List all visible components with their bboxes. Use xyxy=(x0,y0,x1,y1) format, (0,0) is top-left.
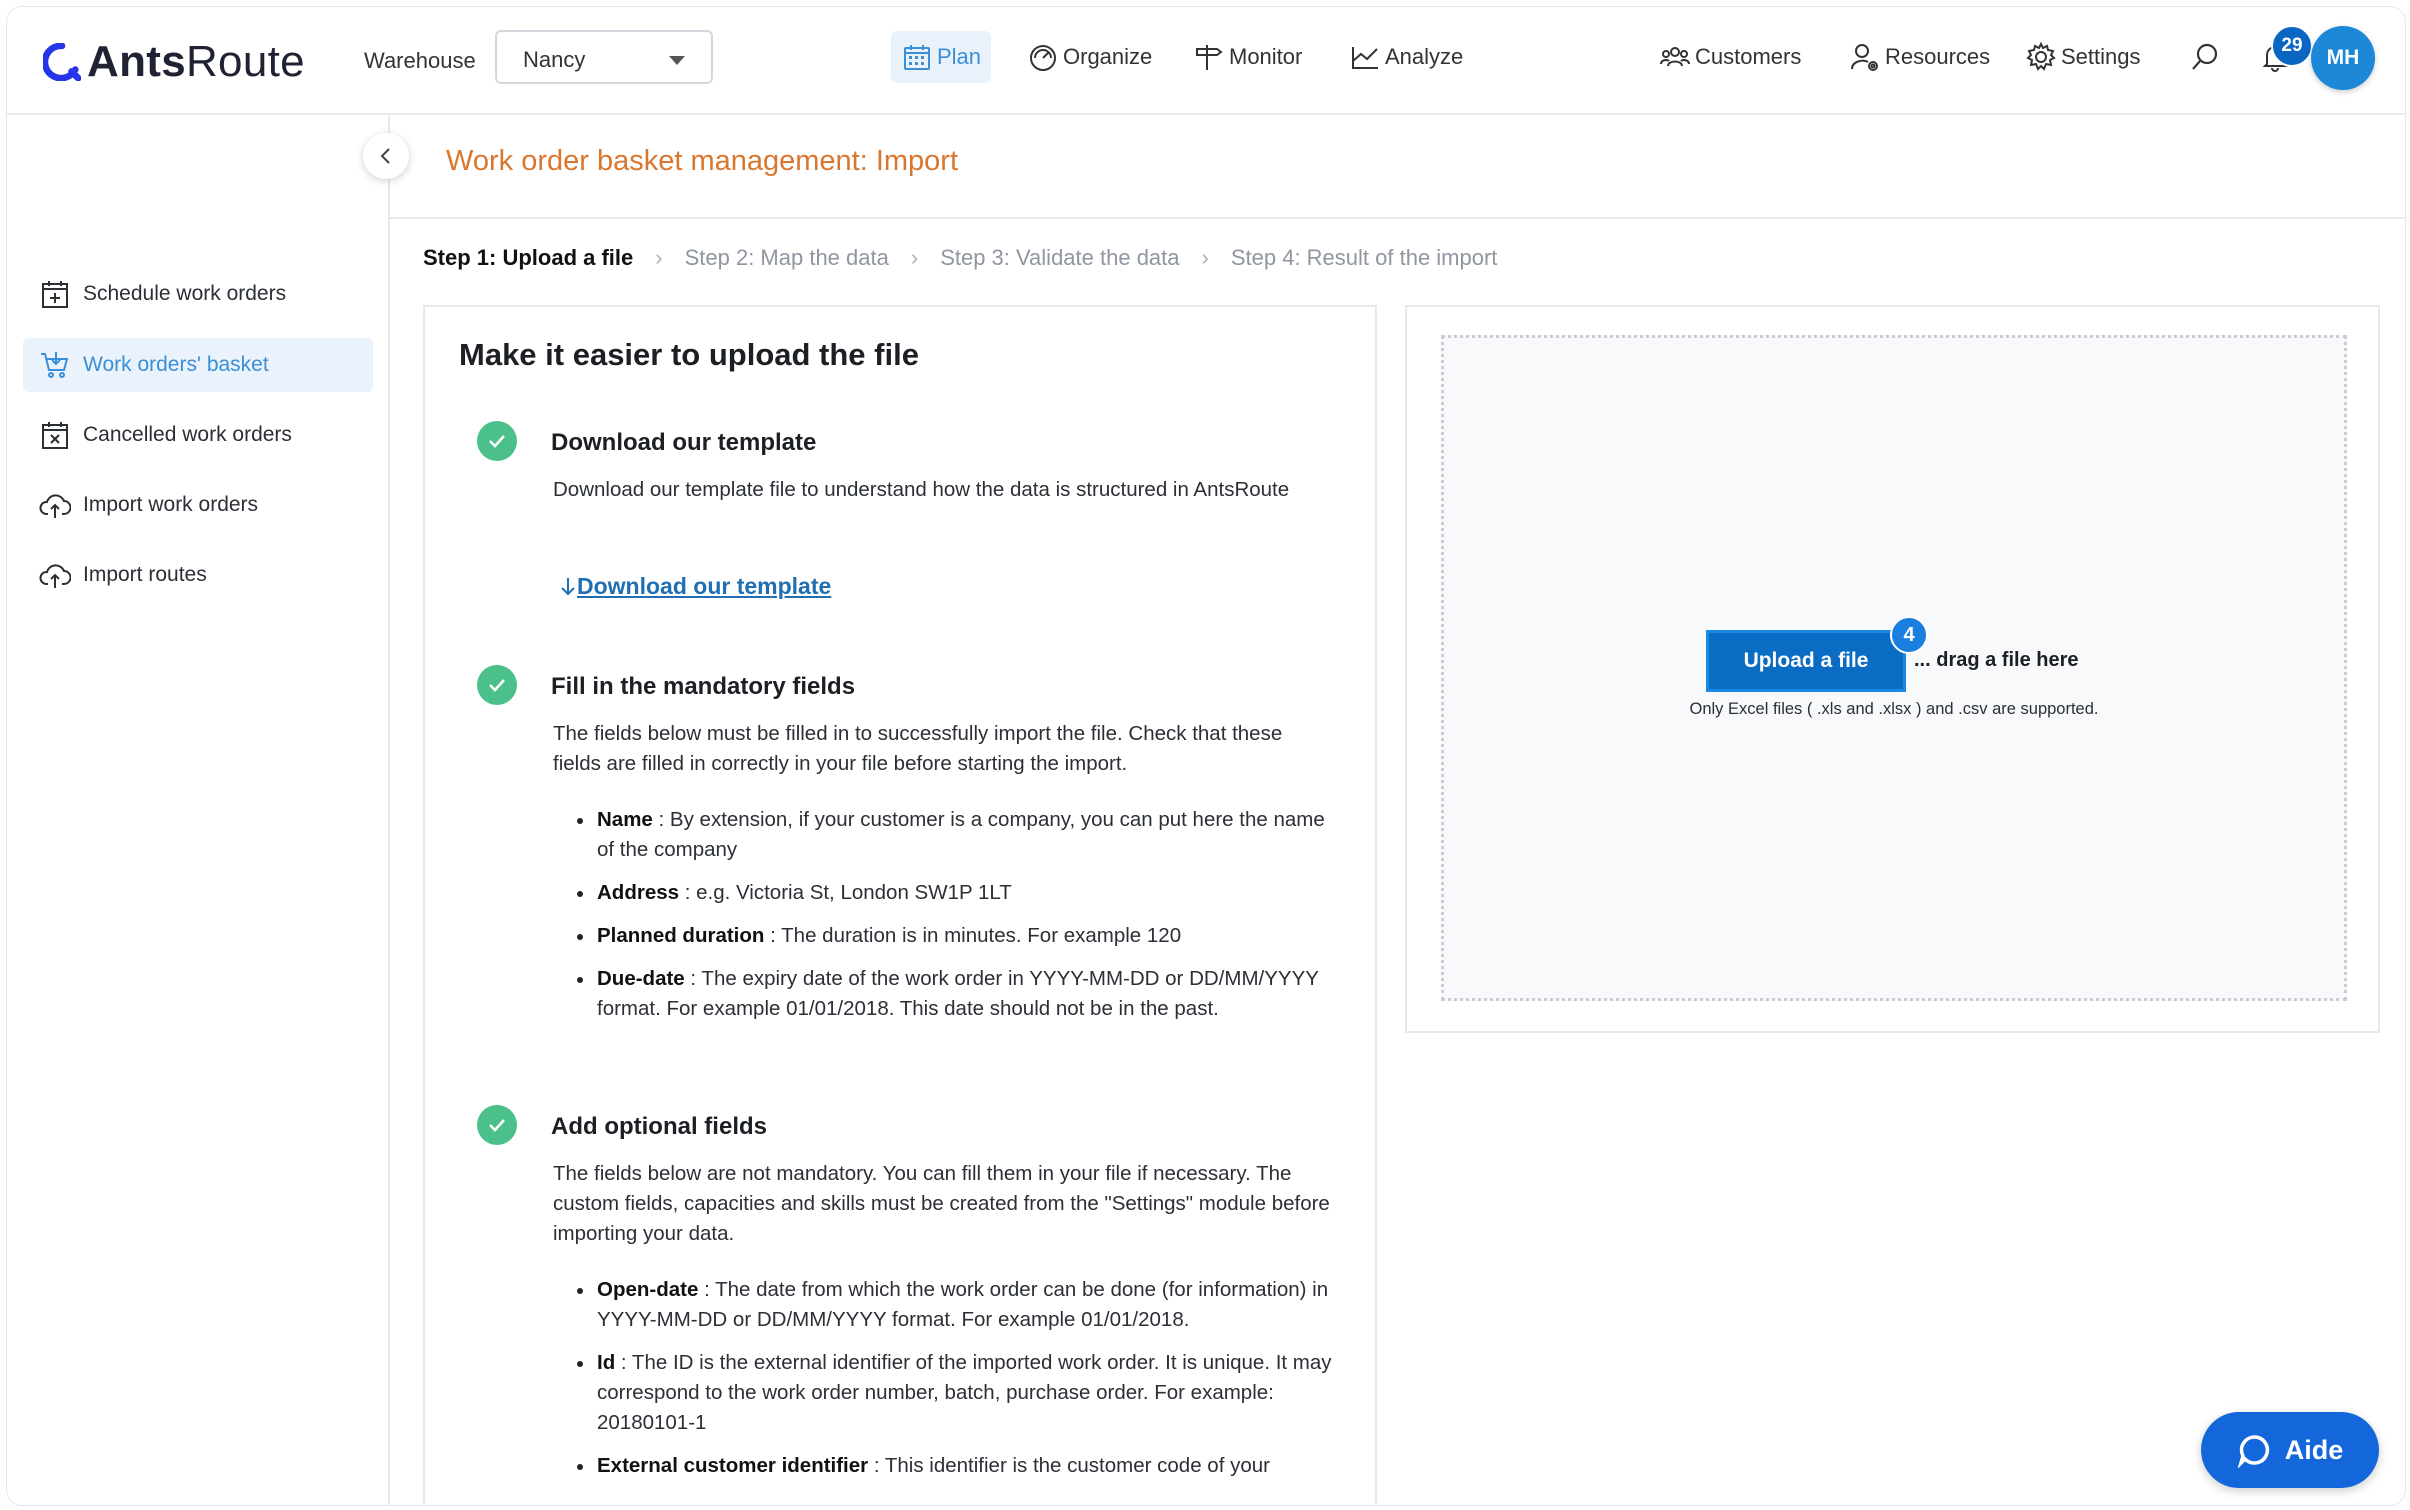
download-template-heading: Download our template xyxy=(551,429,817,456)
chat-bubble-icon xyxy=(2237,1435,2269,1468)
nav-customers[interactable]: Customers xyxy=(1649,31,1811,83)
help-chat-button[interactable]: Aide xyxy=(2201,1412,2379,1488)
optional-fields-list: Open-date : The date from which the work… xyxy=(553,1275,1333,1494)
optional-fields-text: The fields below are not mandatory. You … xyxy=(553,1162,1330,1245)
sidebar-item-label: Schedule work orders xyxy=(83,282,287,305)
check-icon xyxy=(477,1105,517,1145)
warehouse-value: Nancy xyxy=(523,47,586,72)
sidebar-item-label: Work orders' basket xyxy=(83,353,269,376)
list-item: Open-date : The date from which the work… xyxy=(553,1275,1333,1335)
page-title: Work order basket management: Import xyxy=(446,145,959,177)
calendar-icon xyxy=(904,45,930,70)
list-item: Address : e.g. Victoria St, London SW1P … xyxy=(553,878,1333,908)
list-item: External customer identifier : This iden… xyxy=(553,1451,1333,1481)
step-upload-file[interactable]: Step 1: Upload a file xyxy=(423,245,633,271)
chevron-left-icon xyxy=(380,148,390,164)
download-template-link-label: Download our template xyxy=(577,573,832,599)
sidebar-item-cancelled-work-orders[interactable]: Cancelled work orders xyxy=(23,408,373,462)
nav-organize[interactable]: Organize xyxy=(1017,31,1162,83)
step-result-import: Step 4: Result of the import xyxy=(1230,245,1498,270)
check-icon xyxy=(477,421,517,461)
logo-icon xyxy=(43,43,81,81)
cloud-upload-icon xyxy=(39,494,71,518)
search-button[interactable] xyxy=(2179,31,2235,83)
sidebar-item-import-routes[interactable]: Import routes xyxy=(23,548,373,602)
upload-card: Upload a file 4 ... drag a file here Onl… xyxy=(1405,305,2380,1033)
gauge-icon xyxy=(1030,45,1056,71)
upload-file-button[interactable]: Upload a file xyxy=(1706,630,1906,692)
download-template-text: Download our template file to understand… xyxy=(553,478,1290,501)
import-stepper: Step 1: Upload a file › Step 2: Map the … xyxy=(423,245,1497,271)
sidebar-item-label: Import routes xyxy=(83,563,207,586)
calendar-plus-icon xyxy=(42,281,68,308)
nav-customers-label: Customers xyxy=(1695,44,1802,69)
nav-resources[interactable]: Resources xyxy=(1839,31,2000,83)
nav-settings[interactable]: Settings xyxy=(2015,31,2151,83)
chevron-right-icon: › xyxy=(1201,245,1209,270)
chevron-down-icon xyxy=(669,56,685,65)
list-item: Id : The ID is the external identifier o… xyxy=(553,1348,1333,1438)
users-icon xyxy=(1660,47,1690,67)
antsroute-logo[interactable]: AntsRoute xyxy=(43,37,305,87)
nav-analyze[interactable]: Analyze xyxy=(1339,31,1473,83)
nav-plan[interactable]: Plan xyxy=(891,31,992,83)
sidebar-item-import-work-orders[interactable]: Import work orders xyxy=(23,478,373,532)
check-icon xyxy=(477,665,517,705)
sidebar-item-schedule-work-orders[interactable]: Schedule work orders xyxy=(23,267,373,321)
nav-analyze-label: Analyze xyxy=(1385,44,1464,69)
chevron-right-icon: › xyxy=(655,245,663,270)
download-template-link[interactable]: Download our template xyxy=(559,573,831,600)
mandatory-fields-heading: Fill in the mandatory fields xyxy=(551,673,856,700)
list-item: Due-date : The expiry date of the work o… xyxy=(553,964,1333,1024)
basket-icon xyxy=(41,352,69,378)
file-dropzone[interactable]: Upload a file 4 ... drag a file here Onl… xyxy=(1441,335,2347,1001)
upload-guide-card: Make it easier to upload the file Downlo… xyxy=(423,305,1377,1505)
top-header: AntsRoute Warehouse Nancy Plan Organize xyxy=(7,7,2405,115)
cloud-upload-icon xyxy=(39,564,71,588)
nav-settings-label: Settings xyxy=(2061,44,2141,69)
supported-formats-text: Only Excel files ( .xls and .xlsx ) and … xyxy=(1689,700,2099,718)
gear-icon xyxy=(2026,41,2056,71)
step-validate-data: Step 3: Validate the data xyxy=(940,245,1180,270)
sidebar-item-label: Cancelled work orders xyxy=(83,423,292,446)
user-gear-icon xyxy=(1851,44,1878,71)
app-window: AntsRoute Warehouse Nancy Plan Organize xyxy=(6,6,2406,1506)
sidebar-item-label: Import work orders xyxy=(83,493,259,516)
drag-file-text: ... drag a file here xyxy=(1914,649,2079,671)
nav-resources-label: Resources xyxy=(1885,44,1991,69)
search-icon xyxy=(2192,43,2218,70)
sidebar: Schedule work orders Work orders' basket… xyxy=(7,115,390,1505)
nav-organize-label: Organize xyxy=(1063,44,1153,69)
nav-monitor-label: Monitor xyxy=(1229,44,1303,69)
avatar[interactable]: MH xyxy=(2311,26,2375,90)
mandatory-fields-list: Name : By extension, if your customer is… xyxy=(553,805,1333,1037)
chart-icon xyxy=(1352,47,1378,69)
calendar-x-icon xyxy=(42,422,68,449)
signpost-icon xyxy=(1196,45,1223,70)
download-icon xyxy=(561,577,575,595)
sidebar-item-work-orders-basket[interactable]: Work orders' basket xyxy=(23,338,373,392)
warehouse-label: Warehouse xyxy=(364,48,476,73)
list-item: Planned duration : The duration is in mi… xyxy=(553,921,1333,951)
list-item: Name : By extension, if your customer is… xyxy=(553,805,1333,865)
warehouse-select[interactable]: Nancy xyxy=(495,30,713,84)
notification-count-badge: 29 xyxy=(2271,25,2313,67)
help-chat-label: Aide xyxy=(2284,1434,2344,1465)
nav-monitor[interactable]: Monitor xyxy=(1183,31,1312,83)
optional-fields-heading: Add optional fields xyxy=(551,1113,767,1140)
chevron-right-icon: › xyxy=(910,245,919,270)
nav-plan-label: Plan xyxy=(937,44,982,69)
guide-title: Make it easier to upload the file xyxy=(459,337,919,372)
collapse-sidebar-button[interactable] xyxy=(363,133,409,179)
logo-text: AntsRoute xyxy=(87,37,305,86)
page-title-bar: Work order basket management: Import xyxy=(390,115,2405,219)
step-map-data: Step 2: Map the data xyxy=(684,245,889,270)
mandatory-fields-text: The fields below must be filled in to su… xyxy=(553,722,1283,775)
